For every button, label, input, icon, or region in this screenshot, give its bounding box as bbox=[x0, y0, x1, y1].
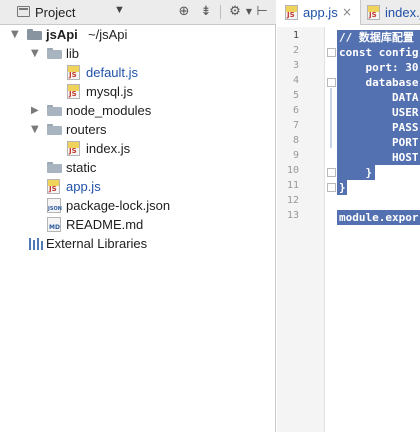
chevron-down-icon[interactable]: ▼ bbox=[11, 25, 21, 44]
line-number: 10 bbox=[286, 165, 299, 176]
tree-item-label: README.md bbox=[66, 217, 144, 232]
tree-item-label: routers bbox=[66, 122, 107, 137]
js-file-icon bbox=[67, 141, 80, 156]
tree-item-label: External Libraries bbox=[46, 236, 148, 251]
code-line: } bbox=[339, 166, 373, 179]
tree-item-label: mysql.js bbox=[86, 84, 133, 99]
collapse-icon[interactable]: ⇟ bbox=[198, 4, 214, 20]
js-file-icon bbox=[67, 65, 80, 80]
tree-item-label: static bbox=[66, 160, 97, 175]
code-line: PORT bbox=[339, 136, 419, 149]
line-number: 5 bbox=[292, 90, 299, 101]
line-number: 4 bbox=[292, 75, 299, 86]
triangle-down-icon[interactable]: ▼ bbox=[114, 4, 125, 16]
code-line: USER bbox=[339, 106, 419, 119]
tree-item-label: default.js bbox=[86, 65, 139, 80]
tree-item-label: lib bbox=[66, 46, 80, 61]
code-line: // 数据库配置 bbox=[339, 31, 414, 44]
tree-item-mysql-js[interactable]: mysql.js bbox=[0, 82, 276, 101]
project-view-label[interactable]: Project bbox=[35, 5, 75, 20]
tree-item-index-js[interactable]: index.js bbox=[0, 139, 276, 158]
js-file-icon bbox=[285, 5, 298, 20]
tab-app-js[interactable]: app.js × bbox=[277, 0, 360, 25]
js-file-icon bbox=[47, 179, 60, 194]
folder-icon bbox=[47, 162, 62, 173]
line-number: 1 bbox=[292, 30, 299, 41]
fold-marker-icon[interactable] bbox=[327, 183, 336, 192]
tree-item-label: package-lock.json bbox=[66, 198, 171, 213]
tree-item-label: index.js bbox=[86, 141, 131, 156]
tab-label: app.js bbox=[303, 5, 338, 20]
code-line: const config bbox=[339, 46, 419, 59]
code-line: HOST bbox=[339, 151, 419, 164]
line-number: 12 bbox=[286, 195, 299, 206]
code-line: DATA bbox=[339, 91, 419, 104]
folder-icon bbox=[47, 105, 62, 116]
folder-icon bbox=[47, 48, 62, 59]
fold-marker-icon[interactable] bbox=[327, 168, 336, 177]
folder-icon bbox=[47, 124, 62, 135]
editor-tabbar: app.js × index.j bbox=[277, 0, 420, 25]
tree-item-lib[interactable]: ▼ lib bbox=[0, 44, 276, 63]
editor-panel: app.js × index.j 1 2 3 4 5 6 7 8 9 10 11… bbox=[277, 0, 420, 432]
toolbar-divider bbox=[220, 5, 221, 19]
project-toolbar: Project ▼ ⊕ ⇟ ⚙ ▼ ⊢ bbox=[0, 0, 276, 25]
root-name: jsApi bbox=[46, 27, 78, 42]
line-number: 13 bbox=[286, 210, 299, 221]
hide-panel-icon[interactable]: ⊢ bbox=[254, 4, 270, 20]
code-line: } bbox=[339, 181, 346, 194]
line-number: 3 bbox=[292, 60, 299, 71]
json-file-icon bbox=[47, 198, 62, 213]
library-icon bbox=[29, 238, 43, 250]
chevron-down-icon[interactable]: ▼ bbox=[31, 120, 41, 139]
code-line: port: 30 bbox=[339, 61, 419, 74]
fold-guide bbox=[330, 88, 332, 148]
line-number: 9 bbox=[292, 150, 299, 161]
line-number: 8 bbox=[292, 135, 299, 146]
tree-item-default-js[interactable]: default.js bbox=[0, 63, 276, 82]
crosshair-icon[interactable]: ⊕ bbox=[176, 4, 192, 20]
code-line: module.expor bbox=[339, 211, 419, 224]
line-number: 11 bbox=[286, 180, 299, 191]
editor-gutter[interactable]: 1 2 3 4 5 6 7 8 9 10 11 12 13 bbox=[277, 27, 325, 432]
chevron-down-icon[interactable]: ▼ bbox=[31, 44, 41, 63]
chevron-right-icon[interactable]: ▶ bbox=[31, 101, 41, 120]
close-icon[interactable]: × bbox=[342, 5, 352, 19]
line-number: 7 bbox=[292, 120, 299, 131]
js-file-icon bbox=[67, 84, 80, 99]
tree-item-node-modules[interactable]: ▶ node_modules bbox=[0, 101, 276, 120]
code-line: database bbox=[339, 76, 419, 89]
tree-item-label: node_modules bbox=[66, 103, 152, 118]
code-area[interactable]: // 数据库配置 const config port: 30 database … bbox=[337, 27, 420, 432]
tree-item-external-libraries[interactable]: External Libraries bbox=[0, 234, 276, 253]
fold-marker-icon[interactable] bbox=[327, 78, 336, 87]
tree-root[interactable]: ▼ jsApi ~/jsApi bbox=[0, 25, 276, 44]
tree-item-package-lock[interactable]: package-lock.json bbox=[0, 196, 276, 215]
js-file-icon bbox=[367, 5, 380, 20]
project-panel: Project ▼ ⊕ ⇟ ⚙ ▼ ⊢ ▼ jsApi ~/jsApi ▼ li… bbox=[0, 0, 276, 432]
code-line: PASS bbox=[339, 121, 419, 134]
project-icon bbox=[17, 6, 30, 17]
line-number: 2 bbox=[292, 45, 299, 56]
markdown-file-icon bbox=[47, 217, 61, 232]
folder-icon bbox=[27, 29, 42, 40]
tab-label: index.j bbox=[385, 5, 420, 20]
tab-index-js[interactable]: index.j bbox=[361, 0, 420, 25]
tree-item-label: app.js bbox=[66, 179, 101, 194]
tree-item-static[interactable]: static bbox=[0, 158, 276, 177]
tree-item-readme[interactable]: README.md bbox=[0, 215, 276, 234]
tree-item-routers[interactable]: ▼ routers bbox=[0, 120, 276, 139]
root-path: ~/jsApi bbox=[88, 27, 128, 42]
fold-marker-icon[interactable] bbox=[327, 48, 336, 57]
tree-item-app-js[interactable]: app.js bbox=[0, 177, 276, 196]
line-number: 6 bbox=[292, 105, 299, 116]
